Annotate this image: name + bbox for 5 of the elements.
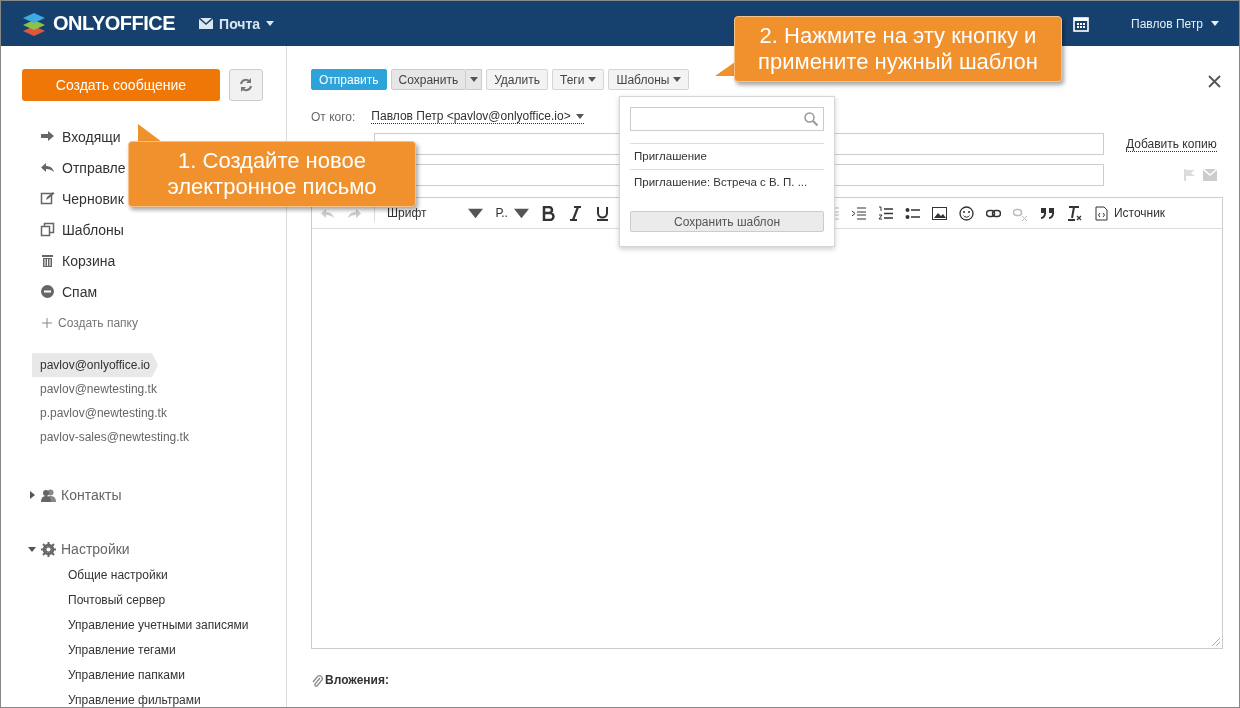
from-label: От кого: <box>311 109 356 124</box>
attachments-label: Вложения: <box>325 673 389 687</box>
callout: 1. Создайте новое электронное письмо <box>128 141 416 207</box>
logo-text: ONLYOFFICE <box>53 12 176 35</box>
callout: 2. Нажмите на эту кнопку и примените нужный шаблон <box>734 16 1062 82</box>
